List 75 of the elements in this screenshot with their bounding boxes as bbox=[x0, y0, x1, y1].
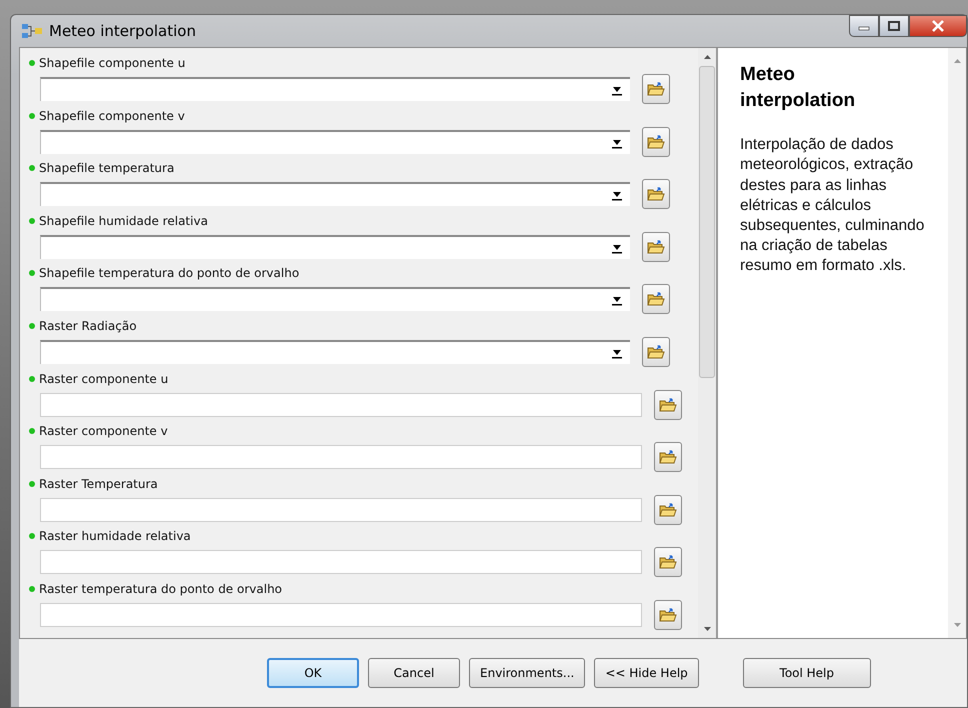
help-text: Interpolação de dados meteorológicos, extração destes para as linhas elétricas e cálculos subsequentes, culminando na criação de tabelas resumo em formato .xls. bbox=[740, 135, 926, 276]
browse-button[interactable] bbox=[642, 179, 670, 210]
folder-icon bbox=[659, 396, 677, 413]
folder-icon bbox=[659, 449, 677, 466]
parameter-label: Shapefile componente u bbox=[39, 56, 186, 70]
required-dot-icon bbox=[28, 59, 36, 67]
model-icon bbox=[21, 23, 43, 39]
maximize-button[interactable] bbox=[879, 15, 909, 37]
folder-icon bbox=[647, 81, 665, 97]
scrollbar[interactable] bbox=[698, 48, 716, 638]
dropdown-field[interactable] bbox=[40, 234, 630, 259]
parameter-label: Shapefile componente v bbox=[39, 108, 185, 123]
required-dot-icon bbox=[28, 374, 36, 383]
required-dot-icon bbox=[28, 322, 36, 330]
dialog-button[interactable]: OK bbox=[267, 658, 359, 688]
input-field[interactable] bbox=[40, 445, 642, 470]
input-field[interactable] bbox=[40, 602, 642, 627]
folder-icon bbox=[659, 554, 677, 570]
dropdown-field[interactable] bbox=[40, 340, 630, 364]
scroll-down-icon bbox=[702, 626, 712, 632]
required-dot-icon bbox=[28, 112, 36, 120]
dropdown-field[interactable] bbox=[40, 287, 630, 312]
browse-button[interactable] bbox=[654, 442, 682, 472]
scroll-up-icon bbox=[702, 54, 712, 60]
close-button[interactable] bbox=[909, 15, 967, 37]
help-title: Meteo interpolation bbox=[740, 63, 856, 113]
dialog-button[interactable]: Cancel bbox=[368, 658, 460, 688]
browse-button[interactable] bbox=[642, 126, 670, 157]
folder-icon bbox=[659, 502, 677, 518]
browse-button[interactable] bbox=[654, 547, 682, 578]
browse-button[interactable] bbox=[642, 284, 670, 314]
minimize-button[interactable] bbox=[849, 15, 879, 37]
required-dot-icon bbox=[28, 532, 36, 540]
folder-icon bbox=[659, 606, 677, 623]
input-field[interactable] bbox=[40, 392, 642, 417]
parameter-label: Raster componente u bbox=[39, 372, 168, 386]
input-field[interactable] bbox=[40, 498, 642, 522]
required-dot-icon bbox=[28, 427, 36, 436]
dropdown-field[interactable] bbox=[40, 130, 630, 154]
folder-icon bbox=[647, 134, 665, 150]
folder-icon bbox=[647, 344, 665, 360]
required-dot-icon bbox=[28, 480, 36, 488]
dropdown-field[interactable] bbox=[40, 77, 630, 101]
parameter-label: Raster Radiação bbox=[39, 318, 137, 333]
parameter-label: Shapefile temperatura bbox=[39, 161, 174, 176]
close-icon bbox=[931, 20, 945, 32]
parameter-label: Raster humidade relativa bbox=[39, 529, 191, 544]
parameter-label: Shapefile humidade relativa bbox=[39, 214, 208, 228]
folder-icon bbox=[647, 186, 665, 202]
required-dot-icon bbox=[28, 584, 36, 593]
dialog-button[interactable]: Environments... bbox=[469, 658, 586, 688]
scroll-down-icon bbox=[952, 622, 962, 628]
parameter-label: Raster Temperatura bbox=[39, 476, 158, 491]
browse-button[interactable] bbox=[654, 494, 682, 525]
parameter-label: Raster temperatura do ponto de orvalho bbox=[39, 582, 282, 596]
parameter-label: Raster componente v bbox=[39, 424, 168, 438]
folder-icon bbox=[647, 238, 665, 255]
dialog-button[interactable]: Tool Help bbox=[742, 658, 871, 688]
browse-button[interactable] bbox=[642, 74, 670, 104]
required-dot-icon bbox=[28, 269, 36, 278]
maximize-icon bbox=[888, 21, 900, 31]
scrollbar[interactable] bbox=[948, 48, 966, 638]
required-dot-icon bbox=[28, 216, 36, 225]
dropdown-field[interactable] bbox=[40, 182, 630, 206]
scroll-up-icon bbox=[952, 58, 962, 64]
input-field[interactable] bbox=[40, 550, 642, 574]
browse-button[interactable] bbox=[642, 336, 670, 367]
browse-button[interactable] bbox=[654, 390, 682, 420]
folder-icon bbox=[647, 291, 665, 308]
browse-button[interactable] bbox=[654, 600, 682, 630]
browse-button[interactable] bbox=[642, 232, 670, 262]
required-dot-icon bbox=[28, 164, 36, 172]
parameter-label: Shapefile temperatura do ponto de orvalho bbox=[39, 266, 300, 280]
window-title: Meteo interpolation bbox=[49, 22, 196, 40]
dialog-button[interactable]: << Hide Help bbox=[594, 658, 699, 688]
